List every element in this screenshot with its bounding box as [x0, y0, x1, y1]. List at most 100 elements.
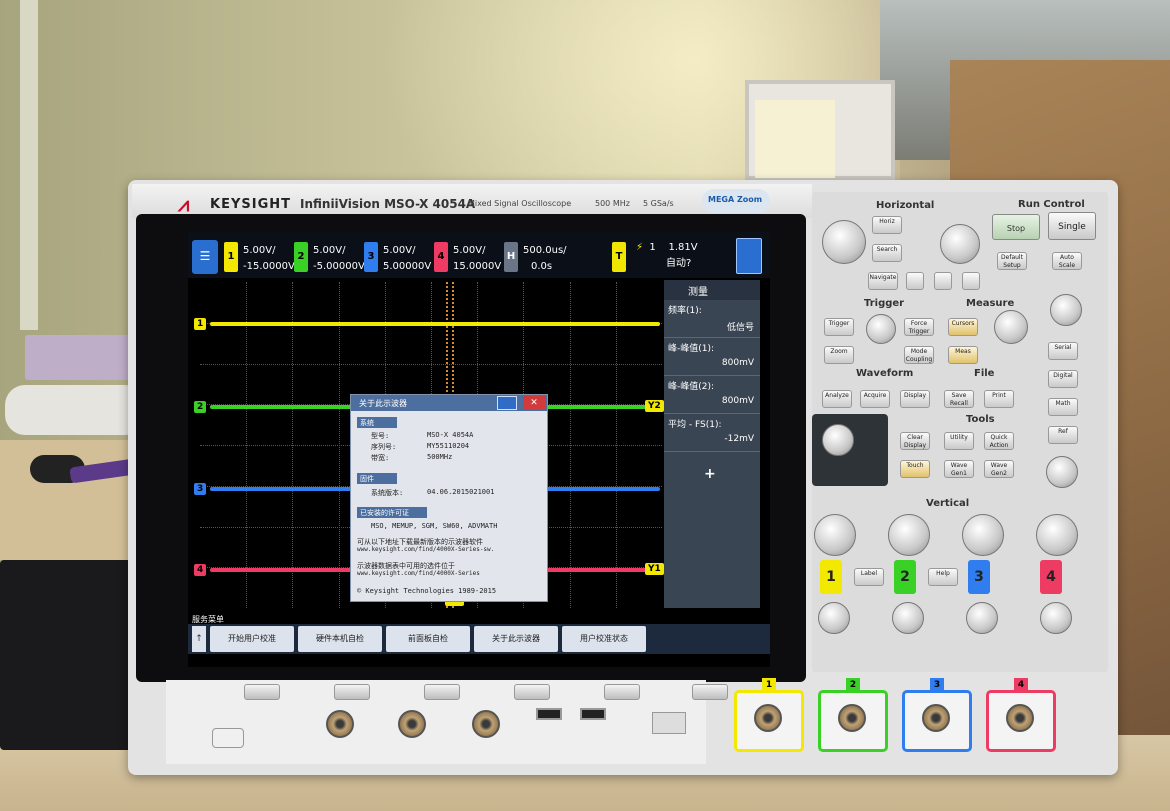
ch1-position-knob[interactable] — [818, 602, 850, 634]
power-button[interactable] — [212, 728, 244, 748]
search-button[interactable]: Search — [872, 244, 902, 262]
front-panel-self-test-softkey[interactable]: 前面板自检 — [386, 626, 470, 652]
entry-knob[interactable] — [822, 424, 854, 456]
back-arrow-icon[interactable]: ↑ — [192, 626, 206, 652]
nav-forward-icon[interactable] — [962, 272, 980, 290]
ch1-badge[interactable]: 1 — [224, 242, 238, 272]
zoom-button[interactable]: Zoom — [824, 346, 854, 364]
utility-button[interactable]: Utility — [944, 432, 974, 450]
scope-screen[interactable]: ☰ 1 5.00V/ -15.0000V 2 5.00V/ -5.00000V … — [188, 232, 770, 667]
ch3-badge[interactable]: 3 — [364, 242, 378, 272]
horizontal-scale-knob[interactable] — [822, 220, 866, 264]
trigger-button[interactable]: Trigger — [824, 318, 854, 336]
ref-button[interactable]: Ref — [1048, 426, 1078, 444]
nav-stop-icon[interactable] — [934, 272, 952, 290]
ch4-bnc[interactable] — [1006, 704, 1034, 732]
math-button[interactable]: Math — [1048, 398, 1078, 416]
usb-port-icon[interactable] — [536, 708, 562, 720]
cursors-knob[interactable] — [994, 310, 1028, 344]
usb-port-icon[interactable] — [580, 708, 606, 720]
serial-button[interactable]: Serial — [1048, 342, 1078, 360]
quick-action-button[interactable]: Quick Action — [984, 432, 1014, 450]
ch1-trace — [210, 322, 660, 326]
ch4-position-knob[interactable] — [1040, 602, 1072, 634]
softkey-hw-5[interactable] — [604, 684, 640, 700]
touch-button[interactable]: Touch — [900, 460, 930, 478]
ch4-badge[interactable]: 4 — [434, 242, 448, 272]
cursors-button[interactable]: Cursors — [948, 318, 978, 336]
ch4-scale-knob[interactable] — [1036, 514, 1078, 556]
label-button[interactable]: Label — [854, 568, 884, 586]
ch3-button[interactable]: 3 — [968, 560, 990, 594]
display-button[interactable]: Display — [900, 390, 930, 408]
ch2-position-knob[interactable] — [892, 602, 924, 634]
measure-row[interactable]: 平均 - FS(1): -12mV — [664, 414, 760, 452]
save-recall-button[interactable]: Save Recall — [944, 390, 974, 408]
wave-gen1-button[interactable]: Wave Gen1 — [944, 460, 974, 478]
bnc-connector[interactable] — [398, 710, 426, 738]
trigger-badge[interactable]: T — [612, 242, 626, 272]
help-icon[interactable] — [497, 396, 517, 410]
ch2-scale-knob[interactable] — [888, 514, 930, 556]
close-icon[interactable]: ✕ — [523, 396, 545, 410]
digital-button[interactable]: Digital — [1048, 370, 1078, 388]
start-user-cal-softkey[interactable]: 开始用户校准 — [210, 626, 294, 652]
cursor-y1-marker[interactable]: Y1 — [645, 563, 664, 575]
ch1-button[interactable]: 1 — [820, 560, 842, 594]
user-cal-status-softkey[interactable]: 用户校准状态 — [562, 626, 646, 652]
horizontal-position-knob[interactable] — [940, 224, 980, 264]
nav-back-icon[interactable] — [906, 272, 924, 290]
bnc-connector[interactable] — [326, 710, 354, 738]
clear-display-button[interactable]: Clear Display — [900, 432, 930, 450]
about-scope-softkey[interactable]: 关于此示波器 — [474, 626, 558, 652]
add-measurement-icon[interactable]: + — [704, 466, 716, 482]
ch3-ground-marker[interactable]: 3 — [194, 483, 207, 495]
ch2-button[interactable]: 2 — [894, 560, 916, 594]
mode-coupling-button[interactable]: Mode Coupling — [904, 346, 934, 364]
ch3-position-knob[interactable] — [966, 602, 998, 634]
measure-row[interactable]: 频率(1): 低信号 — [664, 300, 760, 338]
meas-button[interactable]: Meas — [948, 346, 978, 364]
acquire-button[interactable]: Acquire — [860, 390, 890, 408]
help-button[interactable]: Help — [928, 568, 958, 586]
ch2-badge[interactable]: 2 — [294, 242, 308, 272]
ch4-ground-marker[interactable]: 4 — [194, 564, 207, 576]
wave-gen2-button[interactable]: Wave Gen2 — [984, 460, 1014, 478]
default-setup-button[interactable]: Default Setup — [997, 252, 1027, 270]
ch2-bnc[interactable] — [838, 704, 866, 732]
softkey-hw-3[interactable] — [424, 684, 460, 700]
softkey-hw-2[interactable] — [334, 684, 370, 700]
ch1-ground-marker[interactable]: 1 — [194, 318, 207, 330]
navigate-button[interactable]: Navigate — [868, 272, 898, 290]
analyze-button[interactable]: Analyze — [822, 390, 852, 408]
run-stop-button[interactable]: Stop — [992, 214, 1040, 240]
softkey-hw-6[interactable] — [692, 684, 728, 700]
ch1-bnc[interactable] — [754, 704, 782, 732]
ch3-scale-knob[interactable] — [962, 514, 1004, 556]
ch1-scale-knob[interactable] — [814, 514, 856, 556]
horizontal-badge[interactable]: H — [504, 242, 518, 272]
ch2-ground-marker[interactable]: 2 — [194, 401, 207, 413]
softkey-hw-1[interactable] — [244, 684, 280, 700]
measure-row[interactable]: 峰-峰值(2): 800mV — [664, 376, 760, 414]
softkey-hw-4[interactable] — [514, 684, 550, 700]
force-trigger-button[interactable]: Force Trigger — [904, 318, 934, 336]
math-ref-knob[interactable] — [1046, 456, 1078, 488]
hardware-self-test-softkey[interactable]: 硬件本机自检 — [298, 626, 382, 652]
horiz-button[interactable]: Horiz — [872, 216, 902, 234]
ch3-bnc[interactable] — [922, 704, 950, 732]
auto-scale-button[interactable]: Auto Scale — [1052, 252, 1082, 270]
trigger-level-knob[interactable] — [866, 314, 896, 344]
digital-knob[interactable] — [1050, 294, 1082, 326]
probe-comp-terminal[interactable] — [652, 712, 686, 734]
bnc-connector[interactable] — [472, 710, 500, 738]
single-button[interactable]: Single — [1048, 212, 1096, 240]
print-button[interactable]: Print — [984, 390, 1014, 408]
main-menu-icon[interactable]: ☰ — [192, 240, 218, 274]
ch4-button[interactable]: 4 — [1040, 560, 1062, 594]
softkey-toggle-icon[interactable] — [736, 238, 762, 274]
waveform-grid[interactable]: 1 2 Y2 3 4 Y1 X2 关于此示波器 ✕ 系统 型号: MSO-X 4… — [194, 282, 664, 608]
upgrade-url: www.keysight.com/find/4000X-Series — [357, 570, 480, 577]
cursor-y2-marker[interactable]: Y2 — [645, 400, 664, 412]
measure-row[interactable]: 峰-峰值(1): 800mV — [664, 338, 760, 376]
